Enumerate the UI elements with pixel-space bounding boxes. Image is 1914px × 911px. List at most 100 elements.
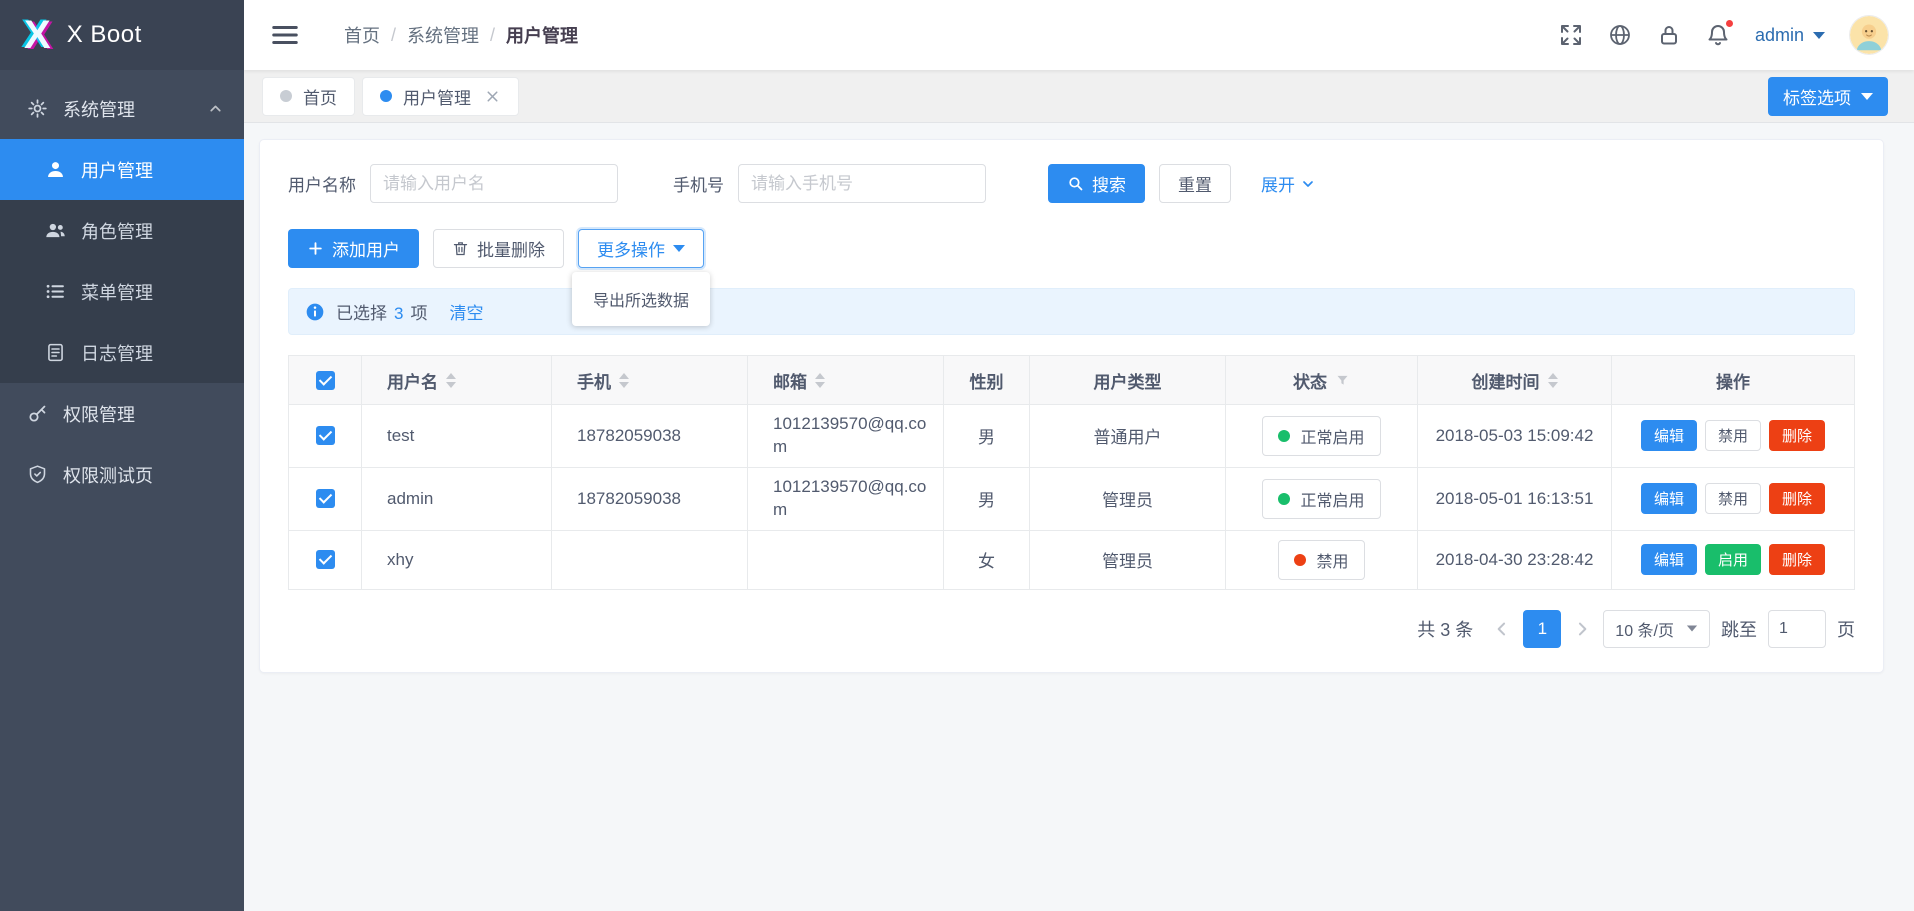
app-title: X Boot (67, 21, 142, 49)
more-actions-dropdown: 导出所选数据 (572, 272, 710, 326)
app-logo: X X Boot (0, 0, 244, 70)
tab-options-button[interactable]: 标签选项 (1768, 77, 1888, 116)
tab-options-label: 标签选项 (1783, 84, 1851, 109)
selection-suffix: 项 (410, 304, 427, 323)
delete-button[interactable]: 删除 (1769, 544, 1825, 575)
export-selected-item[interactable]: 导出所选数据 (572, 278, 710, 320)
cell-username: test (387, 426, 414, 446)
cell-phone: 18782059038 (577, 489, 681, 509)
cell-username: admin (387, 489, 433, 509)
hamburger-menu-icon[interactable] (270, 20, 300, 50)
select-all-checkbox[interactable] (316, 371, 335, 390)
notifications-button[interactable] (1706, 23, 1730, 47)
sidebar-item-user-management[interactable]: 用户管理 (0, 139, 244, 200)
lock-icon[interactable] (1657, 23, 1681, 47)
chevron-up-icon (207, 100, 224, 117)
breadcrumb-separator: / (490, 25, 495, 46)
caret-down-icon (1687, 626, 1697, 632)
info-icon (305, 302, 325, 322)
status-label: 正常启用 (1300, 487, 1364, 511)
tab-label: 用户管理 (403, 84, 471, 109)
caret-down-icon (673, 245, 685, 252)
cell-gender: 男 (978, 423, 995, 448)
table-row: test 18782059038 1012139570@qq.com 男 普通用… (289, 404, 1854, 467)
more-actions-button[interactable]: 更多操作 (578, 229, 704, 268)
tab-dot (280, 90, 292, 102)
cell-created: 2018-05-03 15:09:42 (1436, 426, 1594, 446)
cell-created: 2018-04-30 23:28:42 (1436, 550, 1594, 570)
edit-button[interactable]: 编辑 (1641, 420, 1697, 451)
batch-delete-label: 批量删除 (477, 236, 545, 261)
menu-label: 角色管理 (81, 218, 224, 244)
filter-funnel-icon[interactable] (1335, 373, 1350, 388)
row-checkbox[interactable] (316, 550, 335, 569)
top-header: 首页 / 系统管理 / 用户管理 admin (244, 0, 1914, 70)
user-menu[interactable]: admin (1755, 25, 1825, 46)
sidebar-item-log-management[interactable]: 日志管理 (0, 322, 244, 383)
disable-button[interactable]: 禁用 (1705, 420, 1761, 451)
plus-icon (307, 240, 324, 257)
sidebar-item-permission-test-page[interactable]: 权限测试页 (0, 444, 244, 505)
next-page-icon[interactable] (1572, 619, 1592, 639)
search-icon (1067, 175, 1084, 192)
row-checkbox[interactable] (316, 426, 335, 445)
logo-x-icon: X (24, 13, 51, 58)
add-user-button[interactable]: 添加用户 (288, 229, 419, 268)
selection-count: 3 (394, 304, 403, 323)
goto-page-input[interactable] (1768, 610, 1826, 648)
sidebar-menu: 系统管理 用户管理 角色管理 菜单管理 (0, 70, 244, 505)
col-username: 用户名 (387, 368, 438, 393)
batch-delete-button[interactable]: 批量删除 (433, 229, 564, 268)
breadcrumb: 首页 / 系统管理 / 用户管理 (344, 22, 578, 48)
system-management-submenu: 用户管理 角色管理 菜单管理 日志管理 (0, 139, 244, 383)
menu-label: 权限测试页 (63, 462, 224, 488)
tab-home[interactable]: 首页 (262, 77, 355, 116)
avatar[interactable] (1850, 16, 1888, 54)
cell-user-type: 管理员 (1102, 486, 1153, 511)
pagination: 共 3 条 1 10 条/页 跳至 页 (288, 610, 1855, 648)
tab-user-management[interactable]: 用户管理 (362, 77, 519, 116)
enable-button[interactable]: 启用 (1705, 544, 1761, 575)
sidebar-item-system-management[interactable]: 系统管理 (0, 78, 244, 139)
table-row: admin 18782059038 1012139570@qq.com 男 管理… (289, 467, 1854, 530)
edit-button[interactable]: 编辑 (1641, 483, 1697, 514)
sort-control[interactable] (619, 373, 629, 388)
sidebar-item-role-management[interactable]: 角色管理 (0, 200, 244, 261)
row-checkbox[interactable] (316, 489, 335, 508)
clear-selection-link[interactable]: 清空 (449, 299, 483, 324)
reset-button[interactable]: 重置 (1159, 164, 1231, 203)
page-size-select[interactable]: 10 条/页 (1603, 610, 1710, 648)
col-user-type: 用户类型 (1094, 368, 1162, 393)
status-label: 正常启用 (1300, 424, 1364, 448)
delete-button[interactable]: 删除 (1769, 420, 1825, 451)
trash-icon (452, 240, 469, 257)
disable-button[interactable]: 禁用 (1705, 483, 1761, 514)
globe-icon[interactable] (1608, 23, 1632, 47)
search-button[interactable]: 搜索 (1048, 164, 1145, 203)
status-dot (1278, 493, 1290, 505)
sidebar-item-menu-management[interactable]: 菜单管理 (0, 261, 244, 322)
cell-email: 1012139570@qq.com (773, 476, 931, 522)
selection-text: 已选择3项 (336, 299, 427, 324)
status-label: 禁用 (1316, 548, 1348, 572)
fullscreen-icon[interactable] (1559, 23, 1583, 47)
username-input[interactable] (370, 164, 618, 203)
breadcrumb-home[interactable]: 首页 (344, 22, 380, 48)
delete-button[interactable]: 删除 (1769, 483, 1825, 514)
sidebar-item-permission-management[interactable]: 权限管理 (0, 383, 244, 444)
caret-down-icon (1813, 32, 1825, 39)
sort-control[interactable] (1548, 373, 1558, 388)
phone-input[interactable] (738, 164, 986, 203)
cell-user-type: 管理员 (1102, 547, 1153, 572)
edit-button[interactable]: 编辑 (1641, 544, 1697, 575)
sort-control[interactable] (446, 373, 456, 388)
close-icon[interactable] (484, 88, 501, 105)
breadcrumb-section[interactable]: 系统管理 (407, 22, 479, 48)
col-status: 状态 (1293, 368, 1327, 393)
phone-filter: 手机号 (673, 164, 986, 203)
tab-label: 首页 (303, 84, 337, 109)
page-number-button[interactable]: 1 (1523, 610, 1561, 648)
prev-page-icon[interactable] (1492, 619, 1512, 639)
expand-link[interactable]: 展开 (1261, 171, 1316, 196)
sort-control[interactable] (815, 373, 825, 388)
